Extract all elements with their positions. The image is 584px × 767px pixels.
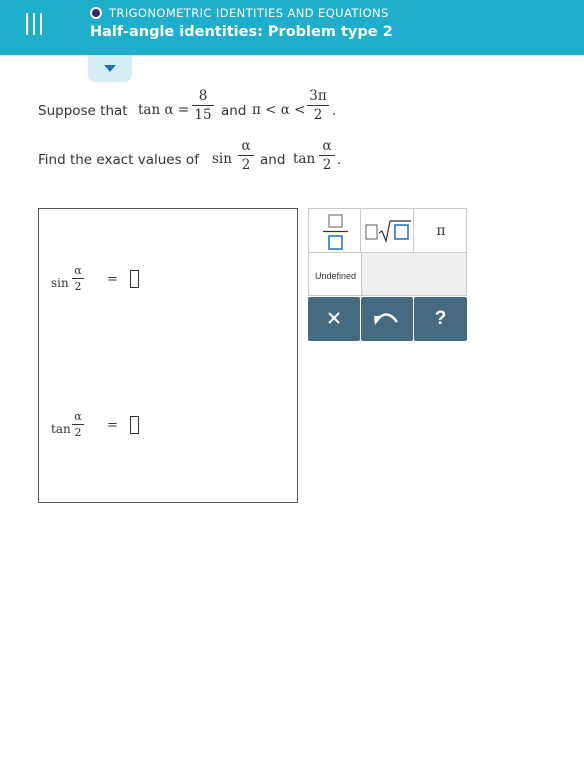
topic-row: TRIGONOMETRIC IDENTITIES AND EQUATIONS (90, 6, 389, 20)
sin-answer-label: sin (51, 276, 69, 290)
collapse-header-button[interactable] (88, 55, 132, 82)
menu-icon[interactable] (26, 13, 50, 35)
sqrt-button[interactable] (360, 208, 414, 253)
angle-inequality: π < α < (252, 102, 306, 118)
half-angle-fraction-2: α 2 (319, 138, 335, 173)
tan-text: tan (293, 151, 316, 167)
undo-button[interactable] (361, 297, 413, 341)
problem-question: Find the exact values of (38, 152, 199, 168)
upper-bound-fraction: 3π 2 (307, 88, 329, 123)
square-root-icon (365, 220, 411, 244)
tan-equals: = (107, 418, 118, 433)
sin-text: sin (212, 151, 232, 167)
help-icon: ? (434, 308, 447, 329)
math-keypad: π Undefined ? (308, 208, 467, 341)
undefined-button[interactable]: Undefined (309, 253, 362, 295)
sin-answer-input[interactable] (130, 270, 139, 288)
undefined-label: Undefined (314, 271, 357, 281)
tan-answer-label: tan (51, 422, 71, 436)
given-fraction: 8 15 (192, 88, 214, 123)
undo-icon (374, 313, 399, 325)
top-bar: TRIGONOMETRIC IDENTITIES AND EQUATIONS H… (0, 0, 584, 55)
chevron-down-icon (104, 65, 116, 72)
answer-area: sin α 2 = tan α 2 = (38, 208, 298, 503)
sin-equals: = (107, 272, 118, 287)
and-text-2: and (260, 152, 286, 168)
period-1: . (332, 103, 337, 119)
fraction-icon (323, 214, 348, 250)
tan-half-angle-fraction: α 2 (72, 410, 84, 439)
tan-alpha-label: tan α = (138, 102, 190, 118)
close-icon (328, 312, 340, 324)
half-angle-fraction-1: α 2 (238, 138, 254, 173)
pi-button[interactable]: π (413, 208, 467, 253)
topic-progress-icon (90, 7, 102, 19)
clear-button[interactable] (308, 297, 360, 341)
fraction-button[interactable] (308, 208, 361, 253)
tan-answer-input[interactable] (130, 416, 139, 434)
pi-symbol: π (436, 223, 446, 239)
topic-label: TRIGONOMETRIC IDENTITIES AND EQUATIONS (109, 6, 389, 20)
period-2: . (337, 152, 342, 168)
and-text-1: and (221, 103, 247, 119)
sin-half-angle-fraction: α 2 (72, 264, 84, 293)
problem-intro: Suppose that (38, 103, 128, 119)
keypad-second-row: Undefined (308, 252, 467, 296)
page-title: Half-angle identities: Problem type 2 (90, 24, 393, 40)
help-button[interactable]: ? (414, 297, 467, 341)
